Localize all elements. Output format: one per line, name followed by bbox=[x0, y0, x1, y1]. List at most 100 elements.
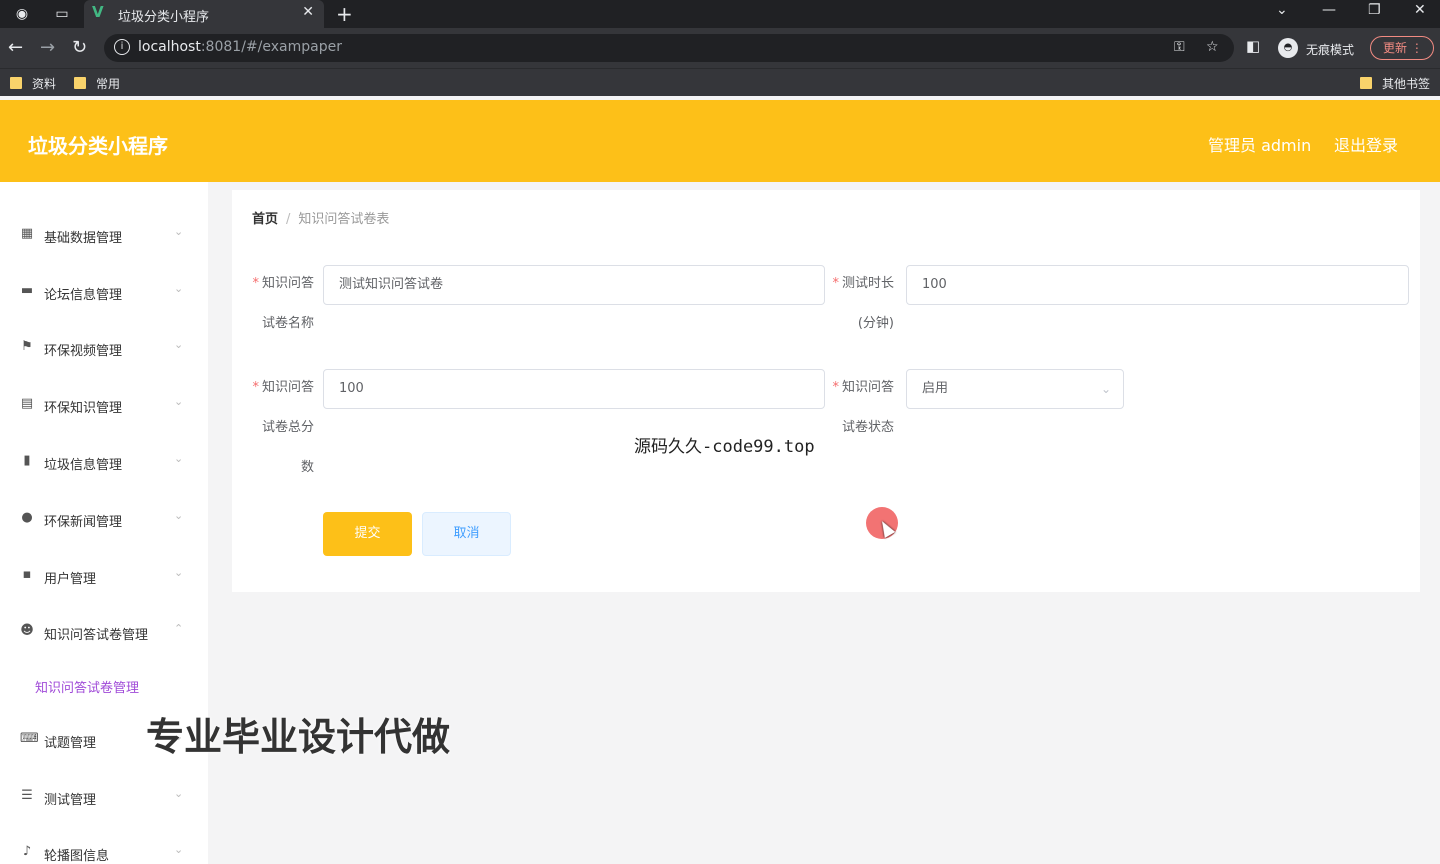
folder-icon bbox=[74, 77, 86, 89]
chevron-down-icon: ⌄ bbox=[174, 395, 184, 408]
tab-list-chevron-icon[interactable]: ⌄ bbox=[1276, 2, 1288, 18]
sidebar-toggle-icon[interactable]: ◧ bbox=[1246, 37, 1260, 55]
folder-icon bbox=[1360, 77, 1372, 89]
breadcrumb-current: 知识问答试卷表 bbox=[298, 212, 390, 227]
chevron-down-icon: ⌄ bbox=[174, 282, 184, 295]
status-select-value: 启用 bbox=[922, 381, 949, 396]
required-mark: * bbox=[252, 380, 259, 395]
required-mark: * bbox=[832, 380, 839, 395]
cancel-button[interactable]: 取消 bbox=[422, 512, 511, 556]
key-icon[interactable]: ⚿ bbox=[1174, 39, 1185, 55]
required-mark: * bbox=[252, 276, 259, 291]
other-bookmarks[interactable]: 其他书签 bbox=[1360, 75, 1430, 92]
chevron-down-icon: ⌄ bbox=[174, 566, 184, 579]
app-header: 垃圾分类小程序 管理员 admin 退出登录 bbox=[0, 100, 1440, 182]
address-bar: ← → ↻ i localhost:8081/#/exampaper ⚿ ☆ ◧… bbox=[0, 28, 1440, 68]
breadcrumb-home[interactable]: 首页 bbox=[252, 212, 278, 227]
sidebar-item-users[interactable]: ▪ 用户管理 ⌄ bbox=[0, 556, 208, 596]
vue-logo-icon: V bbox=[92, 3, 104, 21]
app-title: 垃圾分类小程序 bbox=[28, 134, 168, 158]
minimize-icon[interactable]: — bbox=[1322, 2, 1336, 18]
chevron-down-icon: ⌄ bbox=[174, 509, 184, 522]
document-icon: ▤ bbox=[20, 396, 34, 411]
url-text: localhost:8081/#/exampaper bbox=[138, 39, 342, 55]
sidebar-item-label: 测试管理 bbox=[44, 793, 97, 808]
sidebar-item-exampaper[interactable]: ☻ 知识问答试卷管理 ⌃ bbox=[0, 612, 208, 652]
status-label: * 知识问答 试卷状态 bbox=[832, 380, 894, 435]
chevron-down-icon: ⌄ bbox=[174, 225, 184, 238]
close-tab-icon[interactable]: ✕ bbox=[302, 4, 314, 20]
tab-title: 垃圾分类小程序 bbox=[118, 10, 210, 25]
sidebar-item-label: 基础数据管理 bbox=[44, 231, 123, 246]
browser-tab-bar: ◉ ▭ V 垃圾分类小程序 ✕ + ⌄ — ❐ ✕ bbox=[0, 0, 1440, 28]
mic-icon: ♪ bbox=[22, 844, 32, 859]
forward-icon[interactable]: → bbox=[40, 37, 55, 58]
folder-icon bbox=[10, 77, 22, 89]
bookmarks-bar: 资料 常用 其他书签 bbox=[0, 68, 1440, 96]
chevron-down-icon: ⌄ bbox=[174, 843, 184, 856]
update-button[interactable]: 更新 ⋮ bbox=[1370, 36, 1434, 60]
monitor-icon: ▬ bbox=[20, 283, 34, 298]
submit-button[interactable]: 提交 bbox=[323, 512, 412, 556]
form-card: 首页 / 知识问答试卷表 * 知识问答 试卷名称 测试知识问答试卷 * 测试时长 (分钟… bbox=[232, 190, 1420, 592]
incognito-icon[interactable]: ◓ bbox=[1278, 38, 1298, 58]
sidebar-item-video[interactable]: ⚑ 环保视频管理 ⌄ bbox=[0, 328, 208, 368]
list-icon: ☰ bbox=[21, 788, 33, 803]
chevron-down-icon: ⌄ bbox=[174, 338, 184, 351]
chevron-down-icon: ⌄ bbox=[174, 787, 184, 800]
sidebar-item-carousel[interactable]: ♪ 轮播图信息 ⌄ bbox=[0, 833, 208, 864]
logout-link[interactable]: 退出登录 bbox=[1334, 132, 1398, 156]
chevron-up-icon: ⌃ bbox=[174, 622, 184, 635]
tab-search-icon[interactable]: ▭ bbox=[52, 4, 72, 24]
url-input[interactable]: i localhost:8081/#/exampaper ⚿ ☆ bbox=[104, 34, 1234, 62]
breadcrumb: 首页 / 知识问答试卷表 bbox=[252, 208, 389, 227]
bulb-icon: ● bbox=[21, 510, 33, 525]
sidebar-item-label: 知识问答试卷管理 bbox=[44, 628, 149, 643]
sidebar-item-knowledge[interactable]: ▤ 环保知识管理 ⌄ bbox=[0, 385, 208, 425]
sidebar-item-tests[interactable]: ☰ 测试管理 ⌄ bbox=[0, 777, 208, 817]
sidebar-item-label: 环保视频管理 bbox=[44, 344, 123, 359]
close-window-icon[interactable]: ✕ bbox=[1414, 2, 1426, 18]
site-info-icon[interactable]: i bbox=[114, 39, 130, 55]
sidebar-subitem-exampaper[interactable]: 知识问答试卷管理 bbox=[35, 677, 139, 696]
restore-icon[interactable]: ❐ bbox=[1368, 2, 1381, 18]
sidebar-item-label: 试题管理 bbox=[44, 736, 97, 751]
flag-icon: ⚑ bbox=[21, 339, 33, 354]
sidebar-item-label: 垃圾信息管理 bbox=[44, 458, 123, 473]
sidebar-item-label: 环保知识管理 bbox=[44, 401, 123, 416]
admin-user-label[interactable]: 管理员 admin bbox=[1208, 132, 1311, 156]
sidebar-item-label: 用户管理 bbox=[44, 572, 97, 587]
watermark-text-big: 专业毕业设计代做 bbox=[146, 715, 451, 759]
incognito-label: 无痕模式 bbox=[1306, 43, 1355, 57]
back-icon[interactable]: ← bbox=[8, 37, 23, 58]
chat-icon: ▪ bbox=[22, 567, 32, 582]
duration-label: * 测试时长 (分钟) bbox=[832, 276, 894, 331]
browser-tab[interactable]: V 垃圾分类小程序 ✕ bbox=[84, 0, 324, 28]
sidebar-item-forum[interactable]: ▬ 论坛信息管理 ⌄ bbox=[0, 272, 208, 312]
keyboard-icon: ⌨ bbox=[20, 731, 39, 746]
sidebar-item-label: 环保新闻管理 bbox=[44, 515, 123, 530]
required-mark: * bbox=[832, 276, 839, 291]
browser-logo-icon[interactable]: ◉ bbox=[12, 4, 32, 24]
status-select[interactable]: 启用 ⌄ bbox=[906, 369, 1124, 409]
bookmark-folder-1[interactable]: 资料 bbox=[10, 75, 56, 92]
grid-icon: ▦ bbox=[20, 226, 34, 241]
breadcrumb-separator: / bbox=[286, 212, 291, 227]
user-icon: ☻ bbox=[20, 623, 34, 638]
star-icon[interactable]: ☆ bbox=[1206, 39, 1219, 55]
reload-icon[interactable]: ↻ bbox=[72, 37, 87, 58]
sidebar: ▦ 基础数据管理 ⌄ ▬ 论坛信息管理 ⌄ ⚑ 环保视频管理 ⌄ ▤ 环保知识管… bbox=[0, 182, 208, 864]
chevron-down-icon: ⌄ bbox=[1100, 382, 1111, 396]
duration-input[interactable]: 100 bbox=[906, 265, 1409, 305]
new-tab-icon[interactable]: + bbox=[336, 2, 353, 26]
sidebar-item-label: 论坛信息管理 bbox=[44, 288, 123, 303]
exam-name-label: * 知识问答 试卷名称 bbox=[252, 276, 314, 331]
sidebar-item-basic-data[interactable]: ▦ 基础数据管理 ⌄ bbox=[0, 215, 208, 255]
total-score-label: * 知识问答 试卷总分 数 bbox=[252, 380, 314, 475]
total-score-input[interactable]: 100 bbox=[323, 369, 825, 409]
sidebar-item-garbage[interactable]: ▮ 垃圾信息管理 ⌄ bbox=[0, 442, 208, 482]
exam-name-input[interactable]: 测试知识问答试卷 bbox=[323, 265, 825, 305]
bar-chart-icon: ▮ bbox=[23, 453, 31, 468]
bookmark-folder-2[interactable]: 常用 bbox=[74, 75, 120, 92]
sidebar-item-news[interactable]: ● 环保新闻管理 ⌄ bbox=[0, 499, 208, 539]
